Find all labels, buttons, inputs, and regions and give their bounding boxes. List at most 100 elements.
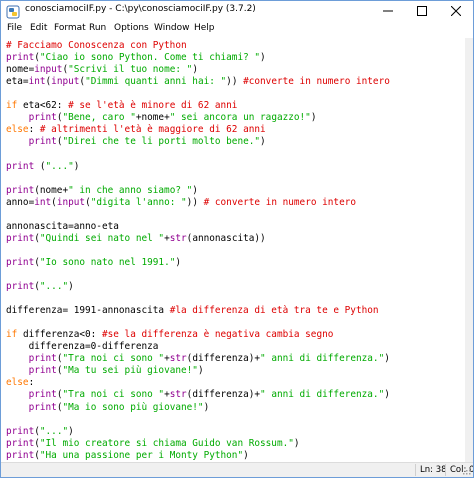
code-token-string: "Ma io sono più giovane!" [62, 401, 204, 413]
code-token-plain: (differenza)+ [186, 353, 261, 365]
code-line[interactable]: print("Ma tu sei più giovane!") [6, 365, 204, 377]
code-line[interactable]: else: [6, 377, 34, 389]
menu-run[interactable]: Run [89, 23, 106, 33]
menu-help[interactable]: Help [194, 23, 215, 33]
code-token-builtin: print [28, 389, 57, 401]
code-token-string: "Io sono nato nel 1991." [39, 256, 176, 268]
code-token-string: " anni di differenza." [260, 353, 385, 365]
code-token-plain: : [28, 377, 35, 389]
code-token-comment: # se l'età è minore di 62 anni [68, 100, 238, 112]
code-token-plain: ) [192, 184, 198, 196]
code-token-string: "Tra noi ci sono " [62, 353, 165, 365]
menu-window[interactable]: Window [154, 23, 190, 33]
code-token-comment: # altrimenti l'età è maggiore di 62 anni [39, 124, 266, 136]
code-token-builtin: print [28, 353, 57, 365]
code-line[interactable]: eta=int(input("Dimmi quanti anni hai: ")… [6, 76, 390, 88]
code-line[interactable]: print("...") [6, 426, 74, 438]
code-token-plain: ( [34, 160, 46, 172]
code-token-string: "Dimmi quanti anni hai: " [85, 76, 227, 88]
menu-options[interactable]: Options [114, 23, 149, 33]
code-token-plain: anno= [6, 196, 35, 208]
code-token-comment: #converte in numero intero [243, 76, 390, 88]
code-token-plain: )) [226, 76, 244, 88]
code-token-builtin: print [6, 425, 35, 437]
maximize-button[interactable] [405, 1, 439, 21]
code-token-string: "Direi che te li porti molto bene." [62, 136, 261, 148]
code-token-plain: : [28, 124, 40, 136]
menu-edit[interactable]: Edit [30, 23, 47, 33]
code-line[interactable]: # Facciamo Conoscenza con Python [6, 40, 187, 52]
code-token-string: " sei ancora un ragazzo!" [169, 112, 311, 124]
menu-file[interactable]: File [7, 23, 22, 33]
idle-editor-window: conosciamociIF.py - C:\py\conosciamociIF… [0, 0, 474, 478]
title-bar[interactable]: conosciamociIF.py - C:\py\conosciamociIF… [1, 1, 473, 21]
code-token-plain: ) [197, 365, 204, 377]
minimize-button[interactable] [371, 1, 405, 21]
code-line[interactable]: else: # altrimenti l'età è maggiore di 6… [6, 124, 266, 136]
maximize-icon [417, 6, 427, 16]
code-token-plain: (annonascita)) [186, 232, 266, 244]
code-line[interactable]: print("Direi che te li porti molto bene.… [6, 136, 266, 148]
close-button[interactable] [439, 1, 473, 21]
code-line[interactable]: anno=int(input("digita l'anno: ")) # con… [6, 197, 356, 209]
code-line[interactable]: print(nome+" in che anno siamo? ") [6, 185, 198, 197]
close-icon [451, 6, 461, 16]
vertical-scrollbar[interactable] [465, 38, 473, 462]
window-title: conosciamociIF.py - C:\py\conosciamociIF… [25, 4, 256, 14]
code-line[interactable]: print("Quindi sei nato nel "+str(annonas… [6, 233, 266, 245]
code-line[interactable]: if differenza<0: #se la differenza è neg… [6, 329, 333, 341]
code-line[interactable]: differenza= 1991-annonascita #la differe… [6, 305, 379, 317]
code-token-builtin: print [6, 160, 35, 172]
code-token-plain: eta<62: [17, 100, 69, 112]
code-line[interactable]: print("Il mio creatore si chiama Guido v… [6, 438, 300, 450]
code-token-plain: eta= [6, 76, 29, 88]
code-token-plain: ) [73, 160, 80, 172]
code-token-string: "Ciao io sono Python. Come ti chiami? " [39, 52, 261, 64]
code-token-string: "..." [39, 425, 69, 437]
code-token-builtin: print [6, 281, 35, 292]
resize-grip-icon[interactable] [462, 466, 471, 475]
code-line[interactable]: print("Bene, caro "+nome+" sei ancora un… [6, 112, 317, 124]
code-line[interactable]: differenza=0-differenza [6, 341, 159, 353]
code-line[interactable]: nome=input("Scrivi il tuo nome: ") [6, 64, 198, 76]
code-token-plain: )) [186, 196, 204, 208]
code-line[interactable]: print ("...") [6, 161, 79, 173]
code-token-keyword: else [6, 377, 29, 389]
code-token-builtin: print [6, 52, 35, 64]
code-line[interactable]: print("...") [6, 281, 74, 293]
code-token-builtin: print [28, 112, 57, 124]
code-token-plain: ) [203, 401, 210, 413]
code-line[interactable]: print("Ma io sono più giovane!") [6, 401, 210, 414]
code-token-plain: nome= [6, 64, 35, 76]
code-line[interactable]: annonascita=anno-eta [6, 221, 119, 233]
code-line[interactable]: print("Tra noi ci sono "+str(differenza)… [6, 389, 390, 401]
code-token-comment: # Facciamo Conoscenza con Python [6, 40, 187, 51]
code-token-plain: annonascita=anno-eta [6, 220, 119, 232]
code-token-string: "Bene, caro " [62, 112, 136, 124]
code-line[interactable]: print("Ciao io sono Python. Come ti chia… [6, 52, 266, 64]
code-token-plain: ) [384, 389, 390, 401]
code-token-plain: ) [260, 52, 266, 64]
code-token-plain: ) [293, 437, 300, 449]
menu-format[interactable]: Format [54, 23, 86, 33]
code-line[interactable]: print("Io sono nato nel 1991.") [6, 257, 181, 269]
code-token-builtin: str [169, 232, 187, 244]
code-token-string: "Tra noi ci sono " [62, 389, 165, 401]
code-line[interactable]: print("Tra noi ci sono "+str(differenza)… [6, 353, 390, 365]
code-token-string: "..." [39, 281, 69, 292]
code-editor[interactable]: # Facciamo Conoscenza con Python print("C… [1, 38, 465, 462]
code-token-builtin: print [28, 136, 57, 148]
code-token-builtin: print [6, 449, 35, 461]
code-line[interactable]: print("Ha una passione per i Monty Pytho… [6, 450, 249, 462]
code-token-plain: ) [243, 449, 249, 461]
code-line[interactable]: if eta<62: # se l'età è minore di 62 ann… [6, 100, 237, 112]
code-token-comment: #la differenza di età tra te e Python [169, 305, 379, 317]
code-token-string: "Il mio creatore si chiama Guido van Ros… [39, 437, 294, 449]
menu-bar: File Edit Format Run Options Window Help [1, 21, 473, 38]
code-token-builtin: print [28, 365, 57, 377]
